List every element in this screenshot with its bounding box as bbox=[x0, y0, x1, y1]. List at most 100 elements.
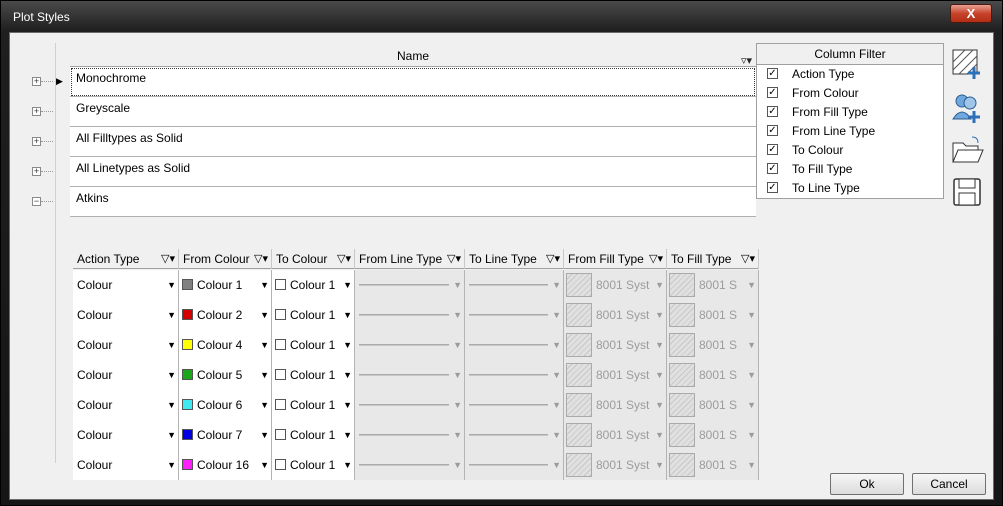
close-button[interactable]: X bbox=[950, 4, 992, 23]
chevron-down-icon: ▼ bbox=[552, 280, 561, 290]
column-header[interactable]: From Fill Type ▽▾ bbox=[564, 249, 667, 269]
cancel-button[interactable]: Cancel bbox=[912, 473, 986, 495]
expand-toggle[interactable]: + bbox=[32, 107, 41, 116]
chevron-down-icon[interactable]: ▼ bbox=[343, 370, 352, 380]
style-row[interactable]: All Linetypes as Solid bbox=[70, 157, 756, 187]
chevron-down-icon[interactable]: ▼ bbox=[343, 460, 352, 470]
expand-toggle[interactable]: + bbox=[32, 167, 41, 176]
chevron-down-icon[interactable]: ▼ bbox=[343, 400, 352, 410]
from-colour-dropdown[interactable]: Colour 1 ▼ bbox=[179, 270, 272, 300]
action-type-dropdown[interactable]: Colour ▼ bbox=[73, 330, 179, 360]
column-filter-item[interactable]: ✓ To Line Type bbox=[757, 179, 943, 198]
chevron-down-icon[interactable]: ▼ bbox=[260, 340, 269, 350]
action-type-dropdown[interactable]: Colour ▼ bbox=[73, 450, 179, 480]
line-preview bbox=[469, 374, 548, 376]
open-button[interactable] bbox=[950, 133, 986, 167]
column-filter-item[interactable]: ✓ To Fill Type bbox=[757, 160, 943, 179]
to-colour-dropdown[interactable]: Colour 1 ▼ bbox=[272, 300, 355, 330]
from-colour-dropdown[interactable]: Colour 7 ▼ bbox=[179, 420, 272, 450]
expand-toggle[interactable]: + bbox=[32, 77, 41, 86]
column-filter-item[interactable]: ✓ To Colour bbox=[757, 141, 943, 160]
column-filter-item[interactable]: ✓ From Fill Type bbox=[757, 103, 943, 122]
chevron-down-icon: ▼ bbox=[747, 400, 756, 410]
style-name: All Filltypes as Solid bbox=[76, 131, 183, 145]
column-header[interactable]: To Line Type ▽▾ bbox=[465, 249, 564, 269]
column-header[interactable]: From Line Type ▽▾ bbox=[355, 249, 465, 269]
chevron-down-icon[interactable]: ▼ bbox=[167, 430, 176, 440]
style-row[interactable]: Atkins bbox=[70, 187, 756, 217]
to-colour-dropdown[interactable]: Colour 1 ▼ bbox=[272, 360, 355, 390]
action-type-value: Colour bbox=[77, 398, 113, 412]
add-users-button[interactable] bbox=[950, 91, 986, 125]
ok-button[interactable]: Ok bbox=[830, 473, 904, 495]
chevron-down-icon[interactable]: ▼ bbox=[167, 400, 176, 410]
column-header[interactable]: To Colour ▽▾ bbox=[272, 249, 355, 269]
expand-toggle[interactable]: − bbox=[32, 197, 41, 206]
save-button[interactable] bbox=[950, 175, 986, 209]
chevron-down-icon[interactable]: ▼ bbox=[343, 340, 352, 350]
checkbox[interactable]: ✓ bbox=[767, 163, 778, 174]
column-filter-item[interactable]: ✓ Action Type bbox=[757, 65, 943, 84]
to-colour-dropdown[interactable]: Colour 1 ▼ bbox=[272, 270, 355, 300]
filter-icon[interactable]: ▽▾ bbox=[741, 249, 755, 269]
chevron-down-icon[interactable]: ▼ bbox=[167, 460, 176, 470]
style-row[interactable]: Monochrome bbox=[70, 67, 756, 97]
checkbox[interactable]: ✓ bbox=[767, 182, 778, 193]
filter-icon[interactable]: ▽▾ bbox=[546, 249, 560, 269]
action-type-dropdown[interactable]: Colour ▼ bbox=[73, 420, 179, 450]
to-colour-dropdown[interactable]: Colour 1 ▼ bbox=[272, 420, 355, 450]
style-row[interactable]: Greyscale bbox=[70, 97, 756, 127]
chevron-down-icon[interactable]: ▼ bbox=[260, 370, 269, 380]
column-filter-item[interactable]: ✓ From Line Type bbox=[757, 122, 943, 141]
chevron-down-icon[interactable]: ▼ bbox=[260, 430, 269, 440]
checkbox[interactable]: ✓ bbox=[767, 87, 778, 98]
from-colour-dropdown[interactable]: Colour 5 ▼ bbox=[179, 360, 272, 390]
action-type-dropdown[interactable]: Colour ▼ bbox=[73, 390, 179, 420]
filter-icon[interactable]: ▽▾ bbox=[649, 249, 663, 269]
expand-toggle[interactable]: + bbox=[32, 137, 41, 146]
column-filter-label: To Fill Type bbox=[792, 162, 853, 176]
chevron-down-icon[interactable]: ▼ bbox=[167, 310, 176, 320]
column-header[interactable]: From Colour ▽▾ bbox=[179, 249, 272, 269]
from-colour-dropdown[interactable]: Colour 6 ▼ bbox=[179, 390, 272, 420]
to-colour-dropdown[interactable]: Colour 1 ▼ bbox=[272, 330, 355, 360]
from-colour-dropdown[interactable]: Colour 16 ▼ bbox=[179, 450, 272, 480]
chevron-down-icon[interactable]: ▼ bbox=[167, 340, 176, 350]
chevron-down-icon[interactable]: ▼ bbox=[260, 400, 269, 410]
chevron-down-icon[interactable]: ▼ bbox=[343, 280, 352, 290]
name-column-header[interactable]: Name ▿▾ bbox=[70, 45, 756, 67]
chevron-down-icon[interactable]: ▼ bbox=[167, 280, 176, 290]
filter-icon[interactable]: ▽▾ bbox=[447, 249, 461, 269]
filter-icon[interactable]: ▽▾ bbox=[254, 249, 268, 269]
new-style-button[interactable] bbox=[950, 47, 986, 81]
chevron-down-icon[interactable]: ▼ bbox=[167, 370, 176, 380]
chevron-down-icon[interactable]: ▼ bbox=[260, 310, 269, 320]
from-colour-dropdown[interactable]: Colour 4 ▼ bbox=[179, 330, 272, 360]
to-colour-dropdown[interactable]: Colour 1 ▼ bbox=[272, 450, 355, 480]
filter-icon[interactable]: ▽▾ bbox=[337, 249, 351, 269]
action-type-dropdown[interactable]: Colour ▼ bbox=[73, 270, 179, 300]
checkbox[interactable]: ✓ bbox=[767, 125, 778, 136]
style-row[interactable]: All Filltypes as Solid bbox=[70, 127, 756, 157]
title-bar[interactable]: Plot Styles X bbox=[1, 1, 1002, 33]
to-line-type-dropdown: ▼ bbox=[465, 300, 564, 330]
column-header[interactable]: To Fill Type ▽▾ bbox=[667, 249, 759, 269]
to-colour-dropdown[interactable]: Colour 1 ▼ bbox=[272, 390, 355, 420]
chevron-down-icon[interactable]: ▼ bbox=[343, 430, 352, 440]
dialog-body: Name ▿▾ + Monochrome ▶ + Greyscale + All Fillt… bbox=[9, 32, 994, 500]
chevron-down-icon: ▼ bbox=[453, 460, 462, 470]
column-filter-item[interactable]: ✓ From Colour bbox=[757, 84, 943, 103]
filter-icon[interactable]: ▽▾ bbox=[161, 249, 175, 269]
from-colour-dropdown[interactable]: Colour 2 ▼ bbox=[179, 300, 272, 330]
checkbox[interactable]: ✓ bbox=[767, 68, 778, 79]
checkbox[interactable]: ✓ bbox=[767, 144, 778, 155]
chevron-down-icon[interactable]: ▼ bbox=[260, 460, 269, 470]
chevron-down-icon[interactable]: ▼ bbox=[343, 310, 352, 320]
column-header[interactable]: Action Type ▽▾ bbox=[73, 249, 179, 269]
action-type-value: Colour bbox=[77, 368, 113, 382]
chevron-down-icon[interactable]: ▼ bbox=[260, 280, 269, 290]
checkbox[interactable]: ✓ bbox=[767, 106, 778, 117]
action-type-dropdown[interactable]: Colour ▼ bbox=[73, 360, 179, 390]
action-type-dropdown[interactable]: Colour ▼ bbox=[73, 300, 179, 330]
from-line-type-dropdown: ▼ bbox=[355, 300, 465, 330]
